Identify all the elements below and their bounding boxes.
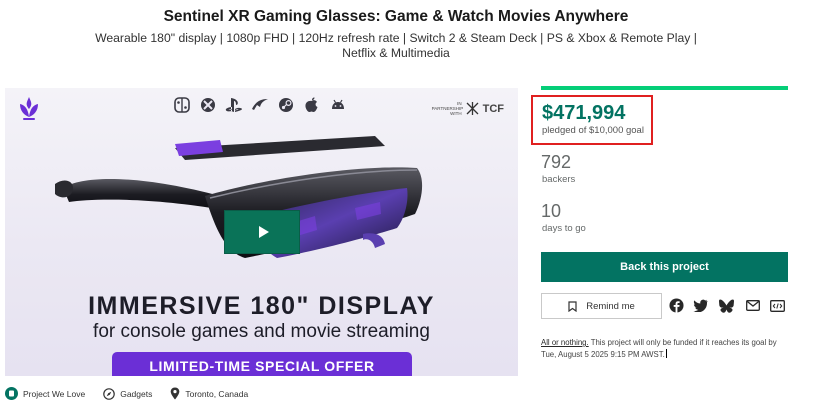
tag-gadgets[interactable]: Gadgets [103, 387, 153, 400]
location-pin-icon [171, 387, 180, 400]
tag-project-we-love[interactable]: Project We Love [5, 387, 85, 400]
project-tags: Project We Love Gadgets Toronto, Canada [5, 387, 248, 400]
tag-label: Project We Love [23, 388, 86, 399]
apple-icon [303, 97, 320, 114]
remind-me-button[interactable]: Remind me [541, 293, 662, 319]
partner-badge: IN PARTNERSHIP WITH TCF [432, 101, 504, 116]
backers-count: 792 [541, 152, 572, 172]
bluesky-icon[interactable] [718, 297, 735, 314]
tcf-logo-icon [466, 102, 479, 115]
funding-progress-bar [541, 86, 788, 90]
text-cursor [665, 349, 667, 358]
all-or-nothing-link[interactable]: All or nothing. [541, 338, 589, 347]
partner-prefix: IN PARTNERSHIP WITH [431, 101, 464, 116]
play-video-button[interactable] [224, 210, 300, 254]
steam-icon [277, 97, 294, 114]
video-headline: IMMERSIVE 180" DISPLAY [88, 292, 435, 320]
embed-icon[interactable] [769, 297, 786, 314]
project-subtitle: Wearable 180" display | 1080p FHD | 120H… [95, 31, 697, 60]
project-title: Sentinel XR Gaming Glasses: Game & Watch… [163, 8, 629, 25]
compass-icon [103, 387, 116, 400]
remind-me-label: Remind me [586, 300, 635, 312]
days-to-go-label: days to go [542, 223, 586, 234]
bookmark-icon [568, 300, 577, 312]
all-or-nothing-notice: All or nothing. This project will only b… [541, 337, 791, 361]
pledged-amount: $471,994 [542, 102, 626, 124]
tag-label: Gadgets [120, 388, 153, 399]
platform-icons [173, 97, 346, 114]
brand-logo-icon [20, 97, 38, 120]
email-icon[interactable] [744, 297, 761, 314]
playstation-icon [225, 97, 242, 114]
back-this-project-button[interactable]: Back this project [541, 252, 788, 282]
kickstarter-badge-icon [5, 387, 18, 400]
switch-icon [173, 97, 190, 114]
play-icon [258, 226, 269, 238]
video-tagline: for console games and movie streaming [93, 321, 430, 342]
partner-name: TCF [482, 102, 504, 115]
twitter-icon[interactable] [692, 297, 709, 314]
tag-location[interactable]: Toronto, Canada [170, 387, 248, 400]
tag-label: Toronto, Canada [185, 388, 249, 399]
project-video[interactable]: IN PARTNERSHIP WITH TCF IMMERSIVE 180" D… [5, 88, 518, 376]
facebook-icon[interactable] [668, 297, 685, 314]
xbox-icon [199, 97, 216, 114]
days-to-go-count: 10 [541, 201, 562, 221]
special-offer-banner: LIMITED-TIME SPECIAL OFFER [112, 352, 412, 376]
android-icon [329, 97, 346, 114]
rog-icon [251, 97, 268, 114]
backers-label: backers [542, 174, 576, 185]
pledged-goal: pledged of $10,000 goal [542, 125, 644, 136]
